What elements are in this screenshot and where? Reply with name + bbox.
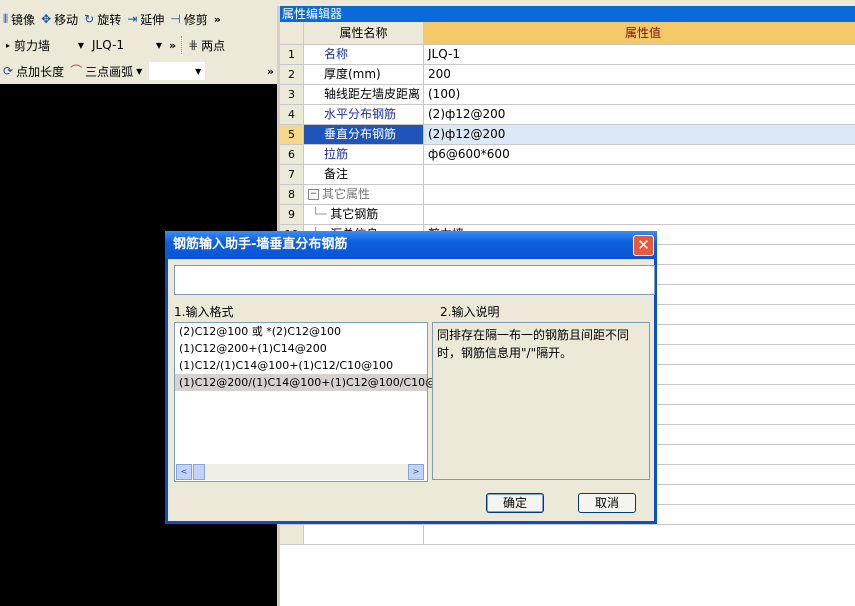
toolbar-divider	[181, 36, 183, 54]
toolbar-row-edit: ⫴ 镜像 ✥ 移动 ↻ 旋转 ⇥ 延伸 ⊣ 修剪 »	[0, 6, 277, 32]
property-group-other[interactable]: 8 − 其它属性	[280, 185, 855, 205]
format-section-label: 1.输入格式	[174, 305, 234, 319]
format-list[interactable]: (2)C12@100 或 *(2)C12@100 (1)C12@200+(1)C…	[174, 322, 457, 482]
dialog-title-bar[interactable]: 钢筋输入助手-墙垂直分布钢筋 ✕	[165, 231, 657, 259]
header-corner	[280, 22, 304, 44]
close-icon[interactable]: ✕	[633, 235, 654, 256]
property-row-tie-bar[interactable]: 6 拉筋 ф6@600*600	[280, 145, 855, 165]
collapse-icon[interactable]: −	[308, 189, 319, 200]
rotate-icon: ↻	[84, 12, 95, 26]
scroll-right-icon[interactable]: >	[408, 464, 424, 480]
property-row-remark[interactable]: 7 备注	[280, 165, 855, 185]
mirror-icon: ⫴	[3, 12, 9, 26]
format-item[interactable]: (1)C12/(1)C14@100+(1)C12/C10@100	[175, 357, 427, 374]
panel-title: 属性编辑器	[280, 6, 855, 22]
toolbar-overflow-icon[interactable]: »	[264, 65, 277, 78]
three-point-arc-button[interactable]: ⌒ 三点画弧 ▼	[67, 60, 145, 82]
format-item[interactable]: (1)C12@200+(1)C14@200	[175, 340, 427, 357]
toolbar-row-draw: ⟳ 点加长度 ⌒ 三点画弧 ▼ ▼ »	[0, 58, 277, 84]
property-row-axis-offset[interactable]: 3 轴线距左墙皮距离 (100)	[280, 85, 855, 105]
toolbar-row-component: ▸ 剪力墙 ▼ JLQ-1 ▼ » ⋕ 两点	[0, 32, 277, 58]
property-row-name[interactable]: 1 名称 JLQ-1	[280, 45, 855, 65]
move-icon: ✥	[41, 12, 52, 26]
property-row-other-rebar[interactable]: 9 └─ 其它钢筋	[280, 205, 855, 225]
drawing-toolbar: ⫴ 镜像 ✥ 移动 ↻ 旋转 ⇥ 延伸 ⊣ 修剪 » ▸ 剪力墙 ▼ JLQ-1…	[0, 0, 277, 84]
wall-name-select[interactable]: JLQ-1 ▼	[88, 36, 166, 54]
mirror-button[interactable]: ⫴ 镜像	[0, 8, 38, 30]
scroll-left-icon[interactable]: <	[176, 464, 192, 480]
scrollbar-thumb[interactable]	[193, 464, 205, 480]
extend-icon: ⇥	[127, 12, 138, 26]
point-length-icon: ⟳	[3, 64, 14, 78]
format-item-selected[interactable]: (1)C12@200/(1)C14@100+(1)C12@100/C10@200	[175, 374, 457, 391]
rebar-input-dialog: 钢筋输入助手-墙垂直分布钢筋 ✕ 1.输入格式 2.输入说明 (2)C12@10…	[165, 231, 657, 524]
rotate-button[interactable]: ↻ 旋转	[81, 8, 124, 30]
tree-line-icon: └─	[312, 207, 331, 221]
property-row-vertical-rebar[interactable]: 5 垂直分布钢筋 (2)ф12@200	[280, 125, 855, 145]
description-section-label: 2.输入说明	[440, 305, 500, 319]
point-length-button[interactable]: ⟳ 点加长度	[0, 60, 67, 82]
description-text: 同排存在隔一布一的钢筋且间距不同时，钢筋信息用"/"隔开。	[432, 322, 650, 480]
trim-icon: ⊣	[170, 12, 181, 26]
dialog-title: 钢筋输入助手-墙垂直分布钢筋	[173, 237, 348, 252]
toolbar-overflow-icon[interactable]: »	[211, 13, 224, 26]
wall-type-select[interactable]: ▸ 剪力墙 ▼	[0, 36, 88, 54]
ok-button[interactable]: 确定	[486, 493, 544, 513]
rebar-input-field[interactable]	[174, 265, 655, 295]
chevron-down-icon: ▼	[77, 40, 84, 50]
empty-row	[280, 525, 855, 545]
chevron-down-icon: ▼	[195, 66, 202, 76]
two-point-line-icon: ⋕	[188, 38, 199, 52]
arc-icon: ⌒	[70, 64, 83, 78]
two-point-button[interactable]: ⋕ 两点	[185, 34, 228, 56]
horizontal-scrollbar[interactable]: < >	[176, 464, 424, 480]
combo-left-arrow-icon: ▸	[6, 40, 11, 50]
column-header-value: 属性值	[424, 22, 855, 44]
move-button[interactable]: ✥ 移动	[38, 8, 81, 30]
toolbar-overflow-icon[interactable]: »	[166, 39, 179, 52]
property-row-horizontal-rebar[interactable]: 4 水平分布钢筋 (2)ф12@200	[280, 105, 855, 125]
extend-button[interactable]: ⇥ 延伸	[124, 8, 167, 30]
column-header-name: 属性名称	[304, 22, 424, 44]
format-item[interactable]: (2)C12@100 或 *(2)C12@100	[175, 323, 427, 340]
cancel-button[interactable]: 取消	[578, 493, 636, 513]
arc-mode-select[interactable]: ▼	[149, 62, 206, 80]
chevron-down-icon: ▼	[136, 66, 143, 76]
grid-header: 属性名称 属性值	[280, 22, 855, 45]
property-row-thickness[interactable]: 2 厚度(mm) 200	[280, 65, 855, 85]
trim-button[interactable]: ⊣ 修剪	[167, 8, 210, 30]
chevron-down-icon: ▼	[155, 40, 162, 50]
